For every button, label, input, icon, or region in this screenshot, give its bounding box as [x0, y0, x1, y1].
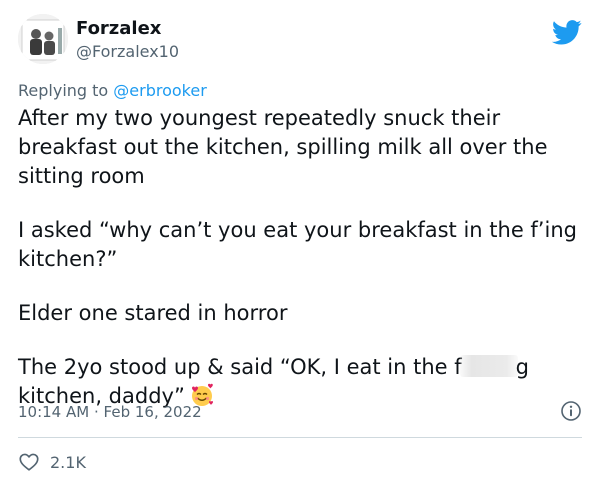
tweet-paragraph: Elder one stared in horror: [18, 301, 288, 325]
profile-photo-icon: [18, 14, 68, 64]
info-icon[interactable]: [560, 400, 582, 422]
tweet-date: Feb 16, 2022: [103, 403, 202, 421]
like-button[interactable]: 2.1K: [18, 450, 86, 474]
avatar[interactable]: [18, 14, 68, 64]
replying-to: Replying to @erbrooker: [18, 80, 207, 102]
heart-icon: [19, 453, 39, 471]
censor-blur: [459, 355, 518, 377]
tweet-text: After my two youngest repeatedly snuck t…: [18, 104, 588, 411]
meta-separator: ·: [93, 403, 99, 421]
tweet-paragraph: After my two youngest repeatedly snuck t…: [18, 106, 548, 188]
reply-mention-link[interactable]: @erbrooker: [113, 81, 207, 100]
divider: [18, 437, 582, 438]
tweet-time: 10:14 AM: [18, 403, 90, 421]
twitter-bird-icon[interactable]: [552, 20, 582, 45]
like-count: 2.1K: [50, 452, 86, 472]
user-handle[interactable]: @Forzalex10: [76, 42, 179, 62]
replying-prefix: Replying to: [18, 81, 114, 100]
tweet-paragraph: I asked “why can’t you eat your breakfas…: [18, 218, 577, 271]
display-name[interactable]: Forzalex: [76, 18, 161, 40]
tweet-timestamp[interactable]: 10:14 AM · Feb 16, 2022: [18, 402, 202, 422]
tweet-text-before-censor: The 2yo stood up & said “OK, I eat in th…: [18, 355, 462, 379]
tweet-card: Forzalex @Forzalex10 Replying to @erbroo…: [0, 0, 600, 483]
